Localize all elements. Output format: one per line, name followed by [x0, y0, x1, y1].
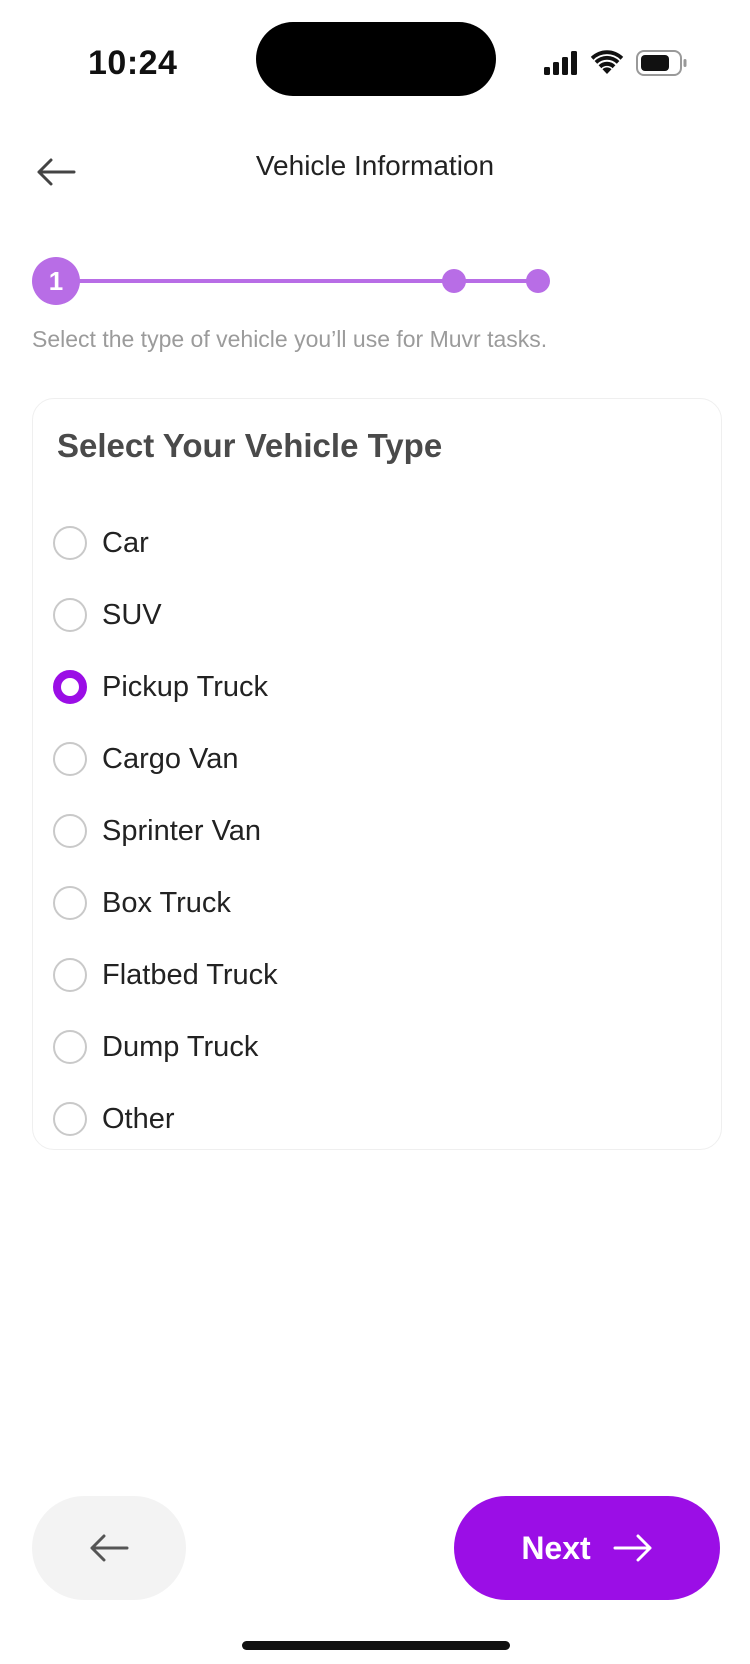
- next-button-label: Next: [521, 1529, 591, 1566]
- option-label: Car: [102, 526, 149, 559]
- arrow-right-icon: [613, 1534, 652, 1562]
- dynamic-island: [256, 22, 496, 96]
- battery-icon: [636, 50, 687, 76]
- step-1-indicator: 1: [32, 257, 80, 305]
- option-label: Pickup Truck: [102, 670, 268, 703]
- option-label: Sprinter Van: [102, 814, 262, 847]
- radio-button[interactable]: [53, 958, 87, 992]
- cellular-signal-icon: [544, 51, 577, 75]
- option-label: Other: [102, 1102, 175, 1135]
- nav-header: Vehicle Information: [0, 120, 750, 220]
- radio-button[interactable]: [53, 742, 87, 776]
- stepper-line: [56, 279, 546, 283]
- vehicle-option-suv[interactable]: SUV: [53, 579, 701, 651]
- back-button[interactable]: [32, 1496, 186, 1600]
- vehicle-option-sprinter-van[interactable]: Sprinter Van: [53, 795, 701, 867]
- option-label: SUV: [102, 598, 162, 631]
- step-2-indicator: [442, 269, 466, 293]
- status-bar: 10:24: [0, 0, 750, 130]
- progress-stepper: 1: [32, 256, 552, 306]
- radio-button-selected[interactable]: [53, 670, 87, 704]
- step-3-indicator: [526, 269, 550, 293]
- wifi-icon: [590, 50, 624, 74]
- option-label: Dump Truck: [102, 1030, 259, 1063]
- page-title: Vehicle Information: [255, 150, 495, 181]
- status-time: 10:24: [88, 44, 178, 82]
- next-button[interactable]: Next: [454, 1496, 720, 1600]
- option-label: Box Truck: [102, 886, 231, 919]
- vehicle-option-car[interactable]: Car: [53, 507, 701, 579]
- vehicle-option-dump-truck[interactable]: Dump Truck: [53, 1011, 701, 1083]
- radio-button[interactable]: [53, 1030, 87, 1064]
- vehicle-option-flatbed-truck[interactable]: Flatbed Truck: [53, 939, 701, 1011]
- page-subtitle: Select the type of vehicle you’ll use fo…: [32, 326, 548, 352]
- radio-button[interactable]: [53, 1102, 87, 1136]
- radio-button[interactable]: [53, 526, 87, 560]
- arrow-left-icon: [90, 1534, 129, 1562]
- vehicle-option-pickup-truck[interactable]: Pickup Truck: [53, 651, 701, 723]
- card-title: Select Your Vehicle Type: [57, 427, 443, 464]
- vehicle-options-list: Car SUV Pickup Truck Cargo Van Sprinter …: [53, 507, 701, 1155]
- vehicle-option-box-truck[interactable]: Box Truck: [53, 867, 701, 939]
- radio-button[interactable]: [53, 598, 87, 632]
- vehicle-option-cargo-van[interactable]: Cargo Van: [53, 723, 701, 795]
- radio-button[interactable]: [53, 814, 87, 848]
- home-indicator: [242, 1641, 510, 1650]
- radio-button[interactable]: [53, 886, 87, 920]
- option-label: Cargo Van: [102, 742, 239, 775]
- status-icons: [544, 50, 688, 76]
- option-label: Flatbed Truck: [102, 958, 278, 991]
- vehicle-option-other[interactable]: Other: [53, 1083, 701, 1155]
- vehicle-type-card: Select Your Vehicle Type Car SUV Pickup …: [32, 398, 722, 1150]
